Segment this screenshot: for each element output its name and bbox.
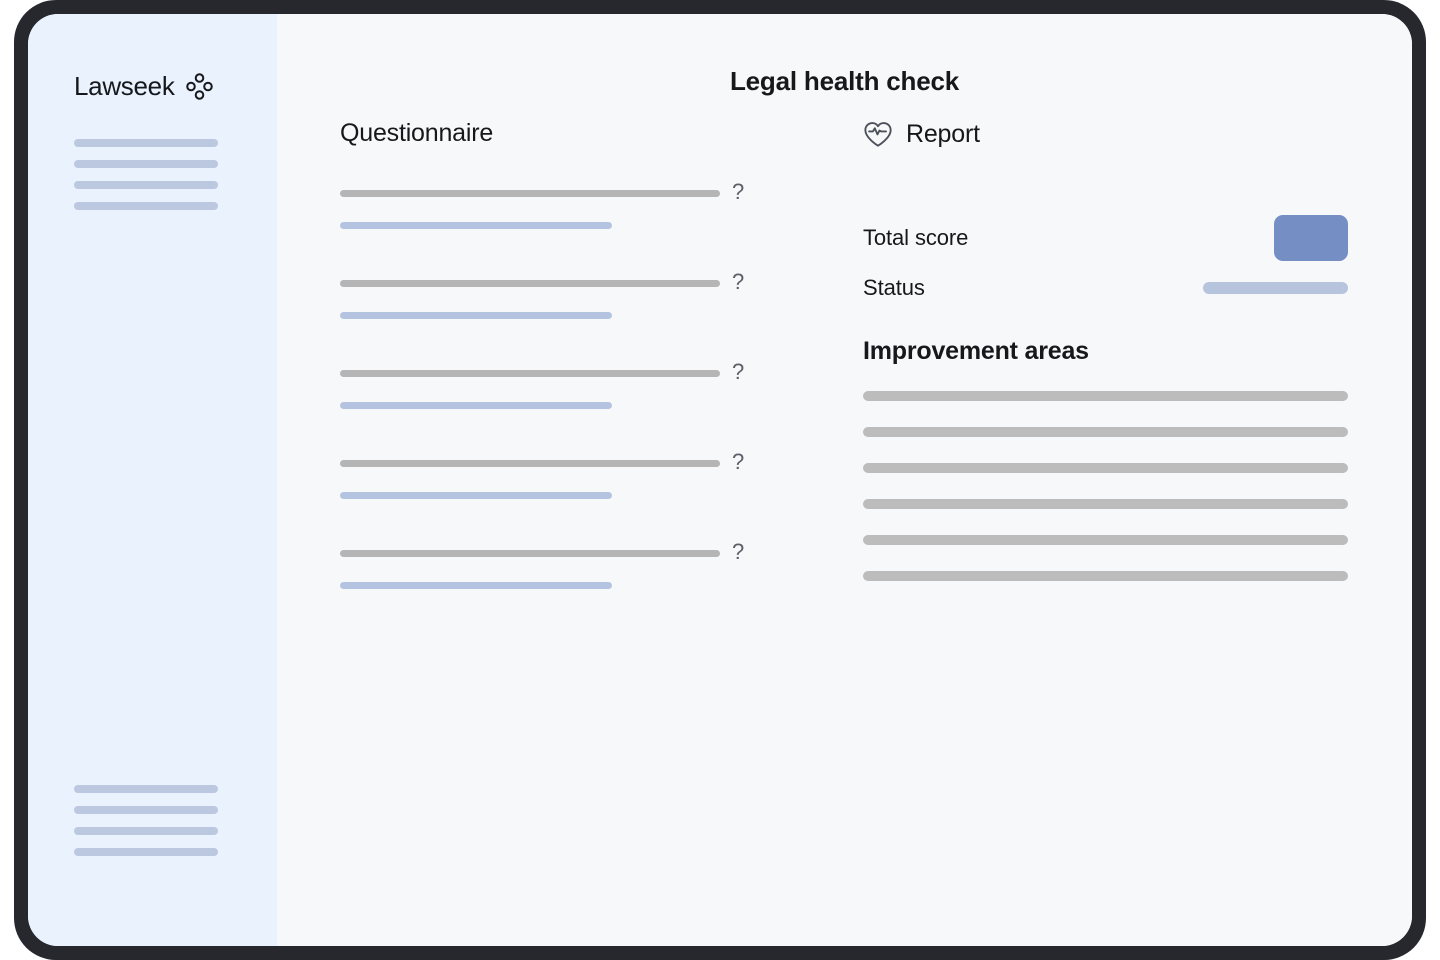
sidebar-item-placeholder[interactable] <box>74 139 218 147</box>
question-list: ? ? ? ? ? <box>340 181 760 634</box>
sidebar-item-placeholder[interactable] <box>74 785 218 793</box>
improvement-area-placeholder <box>863 571 1348 581</box>
sidebar-nav-top <box>74 139 218 210</box>
device-frame: Lawseek Legal health check Questionnaire… <box>14 0 1426 960</box>
question-row: ? <box>340 541 760 563</box>
brand-logo[interactable]: Lawseek <box>74 71 213 102</box>
questionnaire-panel: Questionnaire ? ? ? ? ? <box>340 119 760 634</box>
help-question-mark-icon[interactable]: ? <box>732 541 744 563</box>
question-row: ? <box>340 271 760 293</box>
improvement-areas-list <box>863 391 1348 581</box>
question-item: ? <box>340 541 760 634</box>
answer-placeholder[interactable] <box>340 402 612 409</box>
question-item: ? <box>340 451 760 544</box>
answer-placeholder[interactable] <box>340 582 612 589</box>
sidebar: Lawseek <box>28 14 277 946</box>
sidebar-item-placeholder[interactable] <box>74 848 218 856</box>
sidebar-nav-bottom <box>74 785 218 856</box>
question-item: ? <box>340 361 760 454</box>
status-label: Status <box>863 275 925 300</box>
device-screen: Lawseek Legal health check Questionnaire… <box>28 14 1412 946</box>
improvement-area-placeholder <box>863 391 1348 401</box>
question-row: ? <box>340 361 760 383</box>
total-score-value-chip <box>1274 215 1348 261</box>
questionnaire-title: Questionnaire <box>340 119 494 147</box>
status-row: Status <box>863 275 1348 301</box>
help-question-mark-icon[interactable]: ? <box>732 271 744 293</box>
question-text-placeholder <box>340 280 720 287</box>
total-score-row: Total score <box>863 215 1348 261</box>
question-row: ? <box>340 451 760 473</box>
sidebar-item-placeholder[interactable] <box>74 202 218 210</box>
sidebar-item-placeholder[interactable] <box>74 181 218 189</box>
improvement-area-placeholder <box>863 535 1348 545</box>
heart-pulse-icon <box>863 119 893 149</box>
improvement-area-placeholder <box>863 499 1348 509</box>
sidebar-item-placeholder[interactable] <box>74 806 218 814</box>
sidebar-item-placeholder[interactable] <box>74 827 218 835</box>
brand-name: Lawseek <box>74 71 175 101</box>
answer-placeholder[interactable] <box>340 492 612 499</box>
answer-placeholder[interactable] <box>340 312 612 319</box>
sidebar-item-placeholder[interactable] <box>74 160 218 168</box>
question-text-placeholder <box>340 370 720 377</box>
help-question-mark-icon[interactable]: ? <box>732 181 744 203</box>
answer-placeholder[interactable] <box>340 222 612 229</box>
page-title: Legal health check <box>729 66 960 97</box>
status-value-placeholder <box>1203 282 1348 294</box>
total-score-label: Total score <box>863 225 969 250</box>
help-question-mark-icon[interactable]: ? <box>732 361 744 383</box>
improvement-areas-title: Improvement areas <box>863 337 1089 365</box>
improvement-area-placeholder <box>863 463 1348 473</box>
main-content: Legal health check Questionnaire ? ? ? ?… <box>277 14 1412 946</box>
question-item: ? <box>340 271 760 364</box>
report-panel: Report Total score Status Improvement ar… <box>863 119 1348 581</box>
report-header: Report <box>863 119 1348 149</box>
question-item: ? <box>340 181 760 274</box>
improvement-area-placeholder <box>863 427 1348 437</box>
help-question-mark-icon[interactable]: ? <box>732 451 744 473</box>
report-title: Report <box>906 119 980 148</box>
question-row: ? <box>340 181 760 203</box>
question-text-placeholder <box>340 460 720 467</box>
four-dot-diamond-logo-icon <box>185 73 213 100</box>
question-text-placeholder <box>340 550 720 557</box>
question-text-placeholder <box>340 190 720 197</box>
